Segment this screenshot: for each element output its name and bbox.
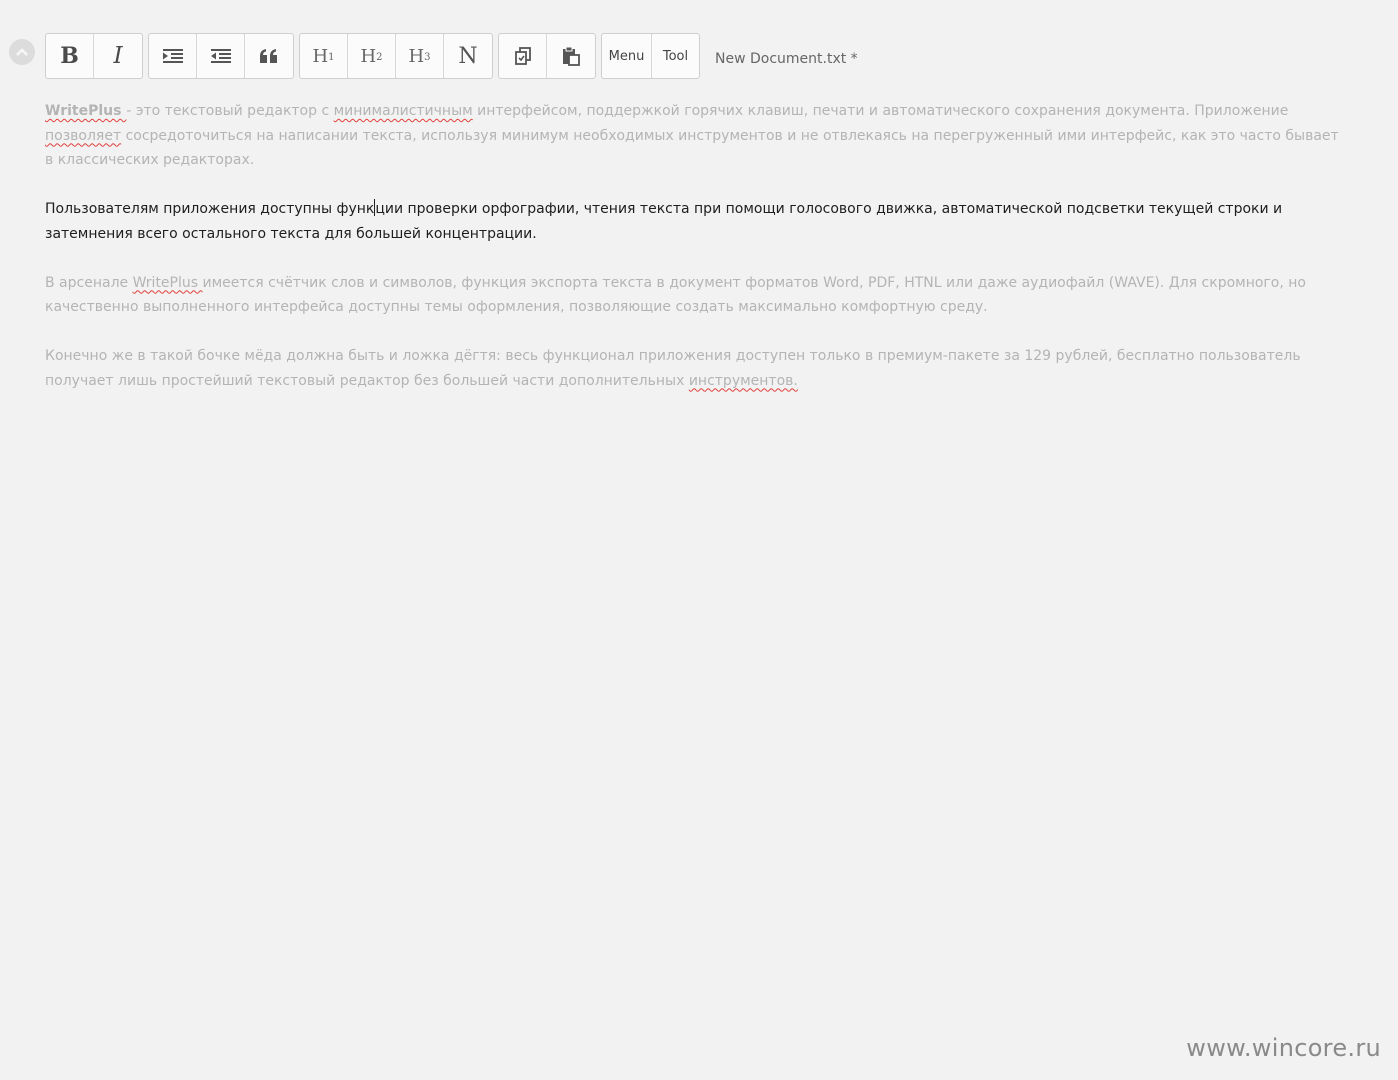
toolbar: B I H 1 H 2 H 3 N Menu Tool New Document… [45,33,858,79]
misspelled-word: минималистичным [333,103,473,119]
clipboard-group [498,33,596,79]
paragraph-4[interactable]: Конечно же в такой бочке мёда должна быт… [45,344,1345,393]
chevron-up-icon [16,48,28,56]
indent-button[interactable] [149,34,197,78]
collapse-toolbar-button[interactable] [9,39,35,65]
misspelled-word: позволяет [45,127,122,144]
copy-button[interactable] [499,34,547,78]
block-group [148,33,294,79]
heading-1-button[interactable]: H1 [300,34,348,78]
misspelled-word: инструментов. [688,372,798,389]
document-title: New Document.txt * [715,50,858,67]
bold-button[interactable]: B [46,34,94,78]
format-group: B I [45,33,143,79]
normal-text-button[interactable]: N [444,34,492,78]
paste-button[interactable] [547,34,595,78]
quote-icon [260,49,277,63]
indent-icon [162,49,183,63]
outdent-icon [210,49,231,63]
copy-icon [514,47,531,65]
menu-button[interactable]: Menu [602,34,652,78]
paragraph-3[interactable]: В арсенале WritePlus имеется счётчик сло… [45,271,1345,320]
text-editor[interactable]: WritePlus - это текстовый редактор с мин… [45,99,1345,418]
quote-button[interactable] [245,34,293,78]
heading-3-button[interactable]: H3 [396,34,444,78]
menu-group: Menu Tool [601,33,700,79]
italic-button[interactable]: I [94,34,142,78]
heading-group: H1 H2 H3 N [299,33,493,79]
paste-icon [563,46,580,66]
paragraph-1[interactable]: WritePlus - это текстовый редактор с мин… [45,99,1345,173]
heading-2-button[interactable]: H2 [348,34,396,78]
brand-name: WritePlus [45,103,127,119]
tool-button[interactable]: Tool [652,34,699,78]
outdent-button[interactable] [197,34,245,78]
paragraph-2-active[interactable]: Пользователям приложения доступны функци… [45,197,1345,246]
watermark: www.wincore.ru [1186,1034,1381,1062]
brand-name: WritePlus [132,274,203,291]
